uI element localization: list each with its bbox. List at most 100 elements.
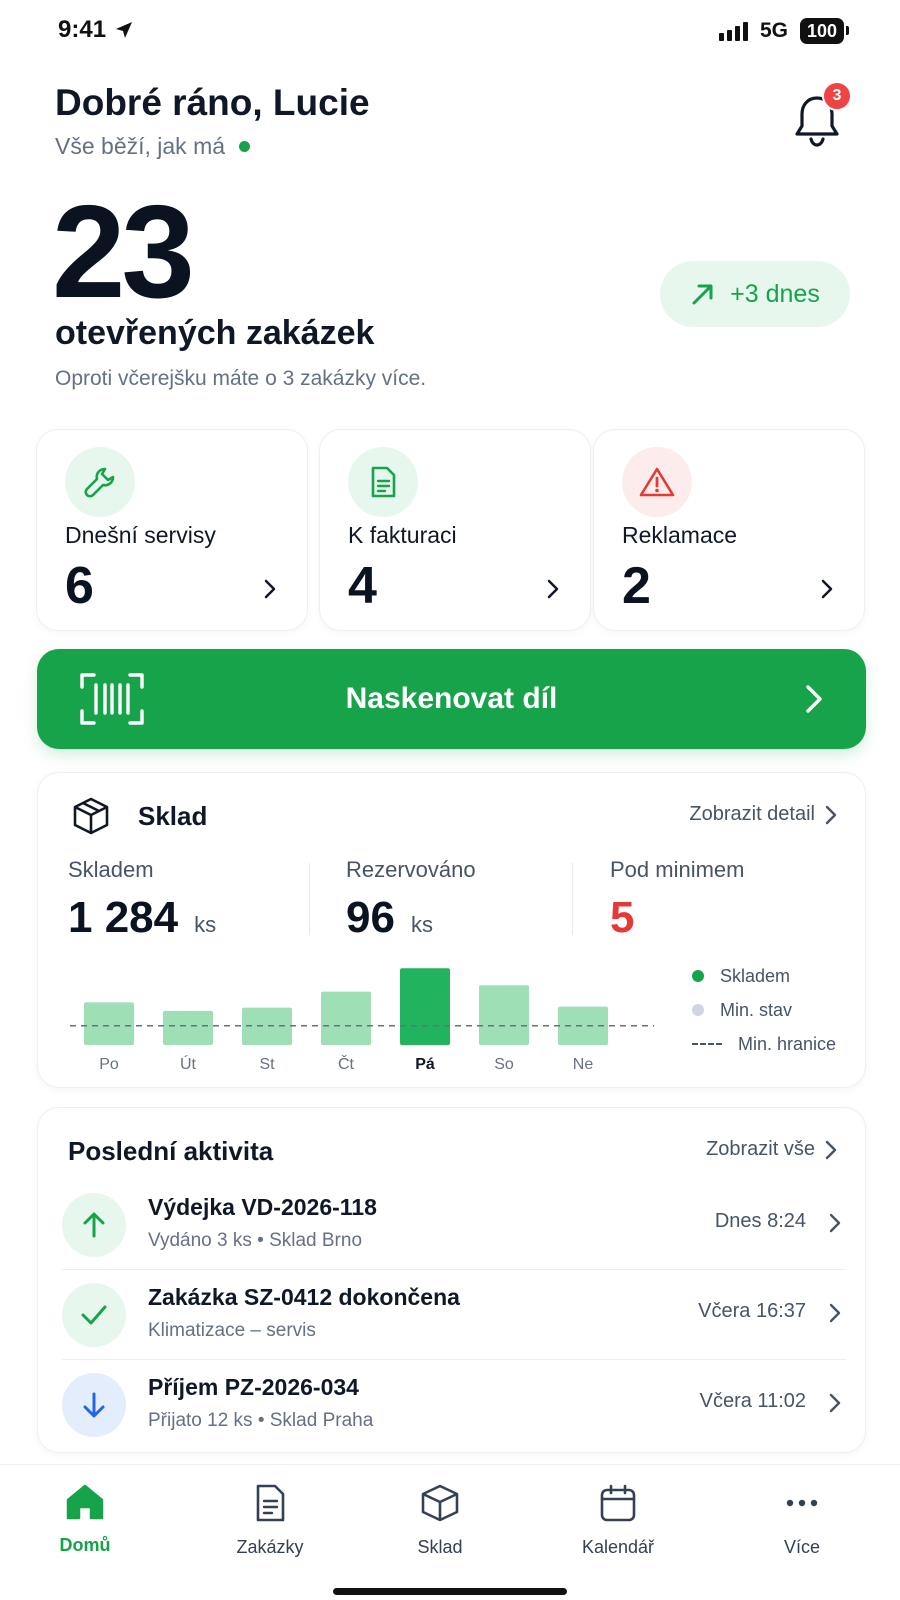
- chart-bar: [84, 1002, 134, 1045]
- trend-up-icon: [692, 284, 713, 305]
- tab-bar: Domů Zakázky Sklad Kalendář Více: [0, 1464, 900, 1600]
- status-dot-icon: [239, 141, 251, 152]
- metric-label: Skladem: [68, 857, 154, 882]
- check-icon: [62, 1283, 126, 1347]
- stat-label: Dnešní servisy: [65, 522, 216, 548]
- activity-row[interactable]: Zakázka SZ-0412 dokončena Klimatizace – …: [62, 1270, 846, 1360]
- more-icon: [786, 1499, 818, 1507]
- activity-item-subtitle: Klimatizace – servis: [148, 1320, 316, 1341]
- chart-x-tick-label: Ne: [573, 1056, 594, 1073]
- document-icon: [348, 447, 418, 517]
- stat-card-services[interactable]: Dnešní servisy 6: [36, 429, 308, 631]
- chevron-right-icon: [264, 579, 276, 599]
- warehouse-card: Sklad Zobrazit detail Skladem 1 284 ks R…: [37, 772, 866, 1088]
- metric-value: 96 ks: [346, 893, 476, 943]
- home-indicator: [333, 1588, 567, 1595]
- stat-label: K fakturaci: [348, 522, 457, 548]
- legend-item: Min. hranice: [692, 1027, 836, 1061]
- activity-show-all-label: Zobrazit vše: [706, 1138, 815, 1160]
- tab-home[interactable]: Domů: [15, 1483, 155, 1556]
- stock-chart: Po Út St Čt Pá So Ne: [68, 959, 658, 1084]
- legend-dash-icon: [692, 1043, 722, 1045]
- tab-label: Domů: [59, 1535, 111, 1555]
- arrow-down-icon: [62, 1373, 126, 1437]
- tab-label: Kalendář: [581, 1537, 655, 1557]
- network-label: 5G: [759, 19, 788, 42]
- tab-label: Zakázky: [236, 1537, 304, 1557]
- metric-value: 5: [610, 893, 744, 943]
- activity-item-title: Příjem PZ-2026-034: [148, 1374, 359, 1400]
- calendar-icon: [600, 1484, 636, 1522]
- activity-item-time: Včera 11:02: [699, 1390, 806, 1412]
- chevron-right-icon: [825, 805, 837, 824]
- metric-unit: ks: [410, 912, 433, 937]
- legend-item: Min. stav: [692, 993, 836, 1027]
- legend-dot-icon: [692, 1004, 704, 1016]
- metric-reserved: Rezervováno 96 ks: [346, 857, 476, 943]
- chart-legend: Skladem Min. stav Min. hranice: [692, 959, 836, 1061]
- activity-item-time: Dnes 8:24: [714, 1210, 806, 1232]
- chevron-right-icon: [829, 1213, 841, 1233]
- metric-number: 1 284: [68, 893, 179, 942]
- activity-item-subtitle: Přijato 12 ks • Sklad Praha: [148, 1410, 374, 1431]
- box-icon: [421, 1484, 459, 1522]
- tab-warehouse[interactable]: Sklad: [370, 1483, 510, 1558]
- chart-x-tick-label: Út: [180, 1054, 197, 1073]
- chevron-right-icon: [821, 579, 833, 599]
- open-orders-subtitle: Oproti včerejšku máte o 3 zakázky více.: [55, 367, 427, 390]
- warehouse-detail-label: Zobrazit detail: [689, 803, 815, 825]
- tab-label: Sklad: [417, 1537, 463, 1557]
- tab-more[interactable]: Více: [732, 1483, 872, 1558]
- stat-value: 4: [348, 557, 377, 615]
- activity-show-all-link[interactable]: Zobrazit vše: [706, 1138, 837, 1161]
- status-bar: 9:41 5G 100: [0, 0, 900, 62]
- legend-item: Skladem: [692, 959, 836, 993]
- open-orders-count: 23: [52, 178, 195, 325]
- warehouse-title: Sklad: [138, 801, 208, 831]
- barcode-scan-icon: [80, 673, 144, 725]
- metric-number: 96: [346, 893, 395, 942]
- open-orders-label: otevřených zakázek: [55, 314, 375, 352]
- location-arrow-icon: [116, 22, 133, 38]
- chart-bar: [479, 985, 529, 1045]
- scan-part-button[interactable]: Naskenovat díl: [37, 649, 866, 749]
- trend-badge: +3 dnes: [660, 261, 850, 327]
- activity-row[interactable]: Výdejka VD-2026-118 Vydáno 3 ks • Sklad …: [62, 1180, 846, 1270]
- greeting-title: Dobré ráno, Lucie: [55, 82, 370, 123]
- tab-orders[interactable]: Zakázky: [200, 1483, 340, 1558]
- stat-card-complaints[interactable]: Reklamace 2: [593, 429, 865, 631]
- box-icon: [73, 797, 109, 835]
- status-time-text: 9:41: [58, 16, 107, 43]
- trend-text: +3 dnes: [730, 279, 820, 308]
- stock-chart-svg: Po Út St Čt Pá So Ne: [70, 968, 654, 1073]
- tab-calendar[interactable]: Kalendář: [548, 1483, 688, 1558]
- chart-x-tick-label: Čt: [338, 1054, 355, 1073]
- status-time: 9:41: [58, 16, 134, 44]
- stat-value: 6: [65, 557, 94, 615]
- metric-divider: [309, 863, 310, 935]
- metric-divider: [572, 863, 573, 935]
- tab-label: Více: [783, 1537, 821, 1557]
- activity-item-title: Zakázka SZ-0412 dokončena: [148, 1284, 460, 1310]
- chevron-right-icon: [829, 1393, 841, 1413]
- metric-label: Pod minimem: [610, 857, 745, 882]
- metric-number: 5: [610, 893, 635, 942]
- activity-item-time: Včera 16:37: [698, 1300, 806, 1322]
- battery-icon: 100: [799, 18, 850, 44]
- activity-row[interactable]: Příjem PZ-2026-034 Přijato 12 ks • Sklad…: [62, 1360, 846, 1450]
- activity-title: Poslední aktivita: [68, 1136, 274, 1166]
- stat-card-invoicing[interactable]: K fakturaci 4: [319, 429, 591, 631]
- wrench-icon: [65, 447, 135, 517]
- legend-label: Min. stav: [720, 999, 793, 1020]
- chart-x-tick-label: So: [494, 1056, 514, 1073]
- chart-bar: [163, 1010, 213, 1045]
- chevron-right-icon: [825, 1140, 837, 1159]
- stat-value: 2: [622, 557, 651, 615]
- metric-in-stock: Skladem 1 284 ks: [68, 857, 216, 943]
- legend-label: Min. hranice: [738, 1033, 837, 1054]
- chevron-right-icon: [547, 579, 559, 599]
- chart-bar: [400, 968, 450, 1045]
- metric-below-min: Pod minimem 5: [610, 857, 744, 943]
- legend-label: Skladem: [720, 965, 791, 986]
- warehouse-detail-link[interactable]: Zobrazit detail: [689, 803, 837, 826]
